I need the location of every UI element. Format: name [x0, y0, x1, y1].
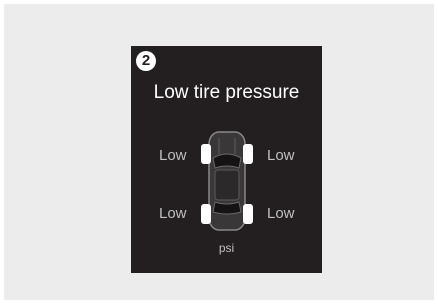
tire-rear-left-status: Low	[159, 205, 187, 222]
tire-rear-left-icon	[201, 204, 211, 224]
tire-front-right-icon	[243, 144, 253, 164]
warning-title: Low tire pressure	[153, 82, 300, 103]
page-frame: 2 Low tire pressure Low Low Low Low psi	[4, 4, 434, 300]
tire-rear-right-icon	[243, 204, 253, 224]
cluster-display: 2 Low tire pressure Low Low Low Low psi	[131, 46, 322, 273]
pressure-unit: psi	[218, 241, 235, 255]
tire-front-left-status: Low	[159, 147, 187, 164]
step-badge: 2	[136, 51, 156, 71]
tire-front-right-status: Low	[267, 147, 295, 164]
tire-rear-right-status: Low	[267, 205, 295, 222]
car-top-view-icon	[201, 131, 253, 231]
tire-front-left-icon	[201, 144, 211, 164]
